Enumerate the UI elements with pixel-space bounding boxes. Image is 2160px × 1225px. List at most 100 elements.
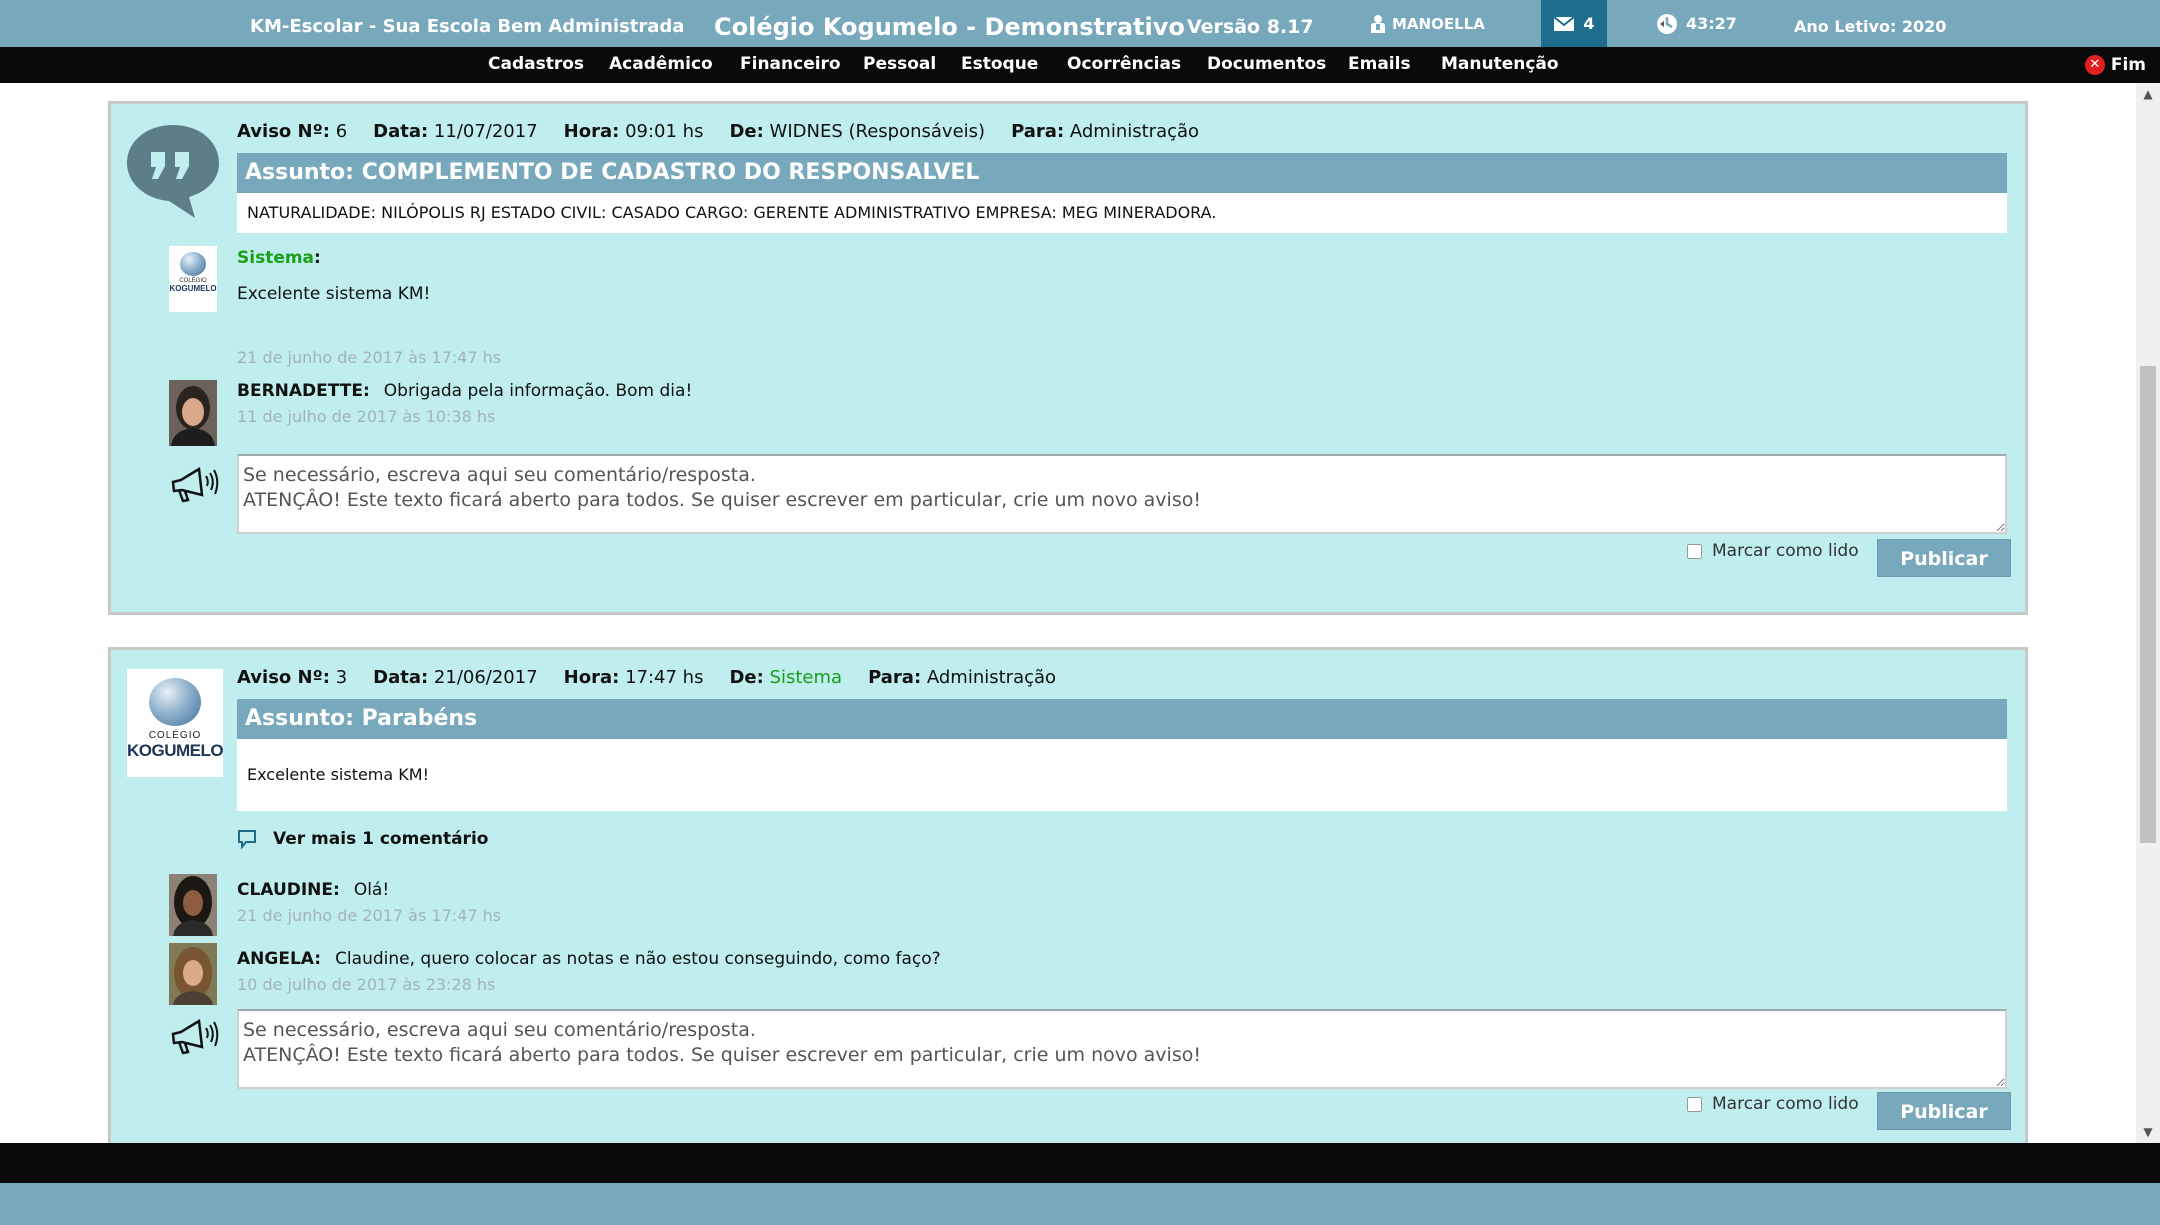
mail-count: 4 [1583, 13, 1595, 33]
system-author-name: Sistema [237, 248, 315, 268]
label-from: De: [729, 667, 764, 688]
notice-date: 21/06/2017 [433, 667, 538, 688]
label-from: De: [729, 121, 764, 142]
megaphone-icon [171, 466, 219, 503]
close-icon: ✕ [2084, 55, 2105, 75]
mail-icon [1553, 15, 1576, 32]
reply-textarea[interactable]: Se necessário, escreva aqui seu comentár… [237, 1009, 2007, 1089]
notice-subject: Assunto: COMPLEMENTO DE CADASTRO DO RESP… [237, 153, 2007, 193]
comment-author: CLAUDINE: [237, 880, 340, 900]
notice-list: Aviso Nº: 6 Data: 11/07/2017 Hora: 09:01… [0, 83, 2136, 1143]
comment-date: 10 de julho de 2017 às 23:28 hs [237, 975, 496, 994]
school-name: Colégio Kogumelo - Demonstrativo [714, 13, 1185, 41]
comment-text: Obrigada pela informação. Bom dia! [383, 381, 693, 401]
notice-number: 3 [335, 667, 348, 688]
publish-button[interactable]: Publicar [1877, 539, 2011, 577]
comment-text: Claudine, quero colocar as notas e não e… [335, 949, 941, 969]
notice-body: NATURALIDADE: NILÓPOLIS RJ ESTADO CIVIL:… [237, 193, 2007, 233]
label-to: Para: [868, 667, 922, 688]
menu-item-ocorrencias[interactable]: Ocorrências [1067, 47, 1181, 83]
reply-textarea[interactable]: Se necessário, escreva aqui seu comentár… [237, 454, 2007, 534]
scroll-up-arrow-icon[interactable]: ▲ [2136, 83, 2160, 105]
app-name: KM-Escolar - Sua Escola Bem Administrada [250, 16, 685, 37]
menu-item-cadastros[interactable]: Cadastros [488, 47, 584, 83]
user-name: MANOELLA [1392, 14, 1485, 33]
mark-read-checkbox[interactable]: Marcar como lido [1687, 1094, 1859, 1114]
notice-meta: Aviso Nº: 6 Data: 11/07/2017 Hora: 09:01… [237, 121, 1199, 145]
user-icon [1370, 14, 1386, 34]
scroll-down-arrow-icon[interactable]: ▼ [2136, 1121, 2160, 1143]
menu-item-financeiro[interactable]: Financeiro [740, 47, 841, 83]
avatar [169, 380, 217, 446]
menu-item-academico[interactable]: Acadêmico [609, 47, 713, 83]
system-author: Sistema: [237, 248, 321, 268]
globe-icon [149, 678, 201, 726]
comment-text: Olá! [353, 880, 390, 900]
avatar [169, 943, 217, 1005]
logo-title: KOGUMELO [127, 741, 224, 760]
notice-from: Sistema [769, 667, 843, 688]
comment: ANGELA: Claudine, quero colocar as notas … [237, 949, 941, 969]
notice-number: 6 [335, 121, 348, 142]
clock-icon [1656, 13, 1678, 35]
checkbox[interactable] [1687, 1096, 1702, 1112]
label-number: Aviso Nº: [237, 121, 330, 142]
notice-hour: 09:01 hs [625, 121, 704, 142]
quote-icon [127, 125, 219, 218]
menu-item-pessoal[interactable]: Pessoal [863, 47, 936, 83]
top-header: KM-Escolar - Sua Escola Bem Administrada… [0, 0, 2160, 47]
session-timer: 43:27 [1656, 0, 1737, 47]
mark-read-label: Marcar como lido [1712, 1094, 1859, 1114]
comment: BERNADETTE: Obrigada pela informação. Bom… [237, 381, 692, 401]
comment-date: 11 de julho de 2017 às 10:38 hs [237, 407, 496, 426]
comment: CLAUDINE: Olá! [237, 880, 389, 900]
system-comment-date: 21 de junho de 2017 às 17:47 hs [237, 348, 502, 367]
label-to: Para: [1011, 121, 1065, 142]
menu-item-estoque[interactable]: Estoque [961, 47, 1038, 83]
logo-subtitle: COLÉGIO [148, 730, 202, 741]
session-time: 43:27 [1686, 13, 1737, 33]
checkbox[interactable] [1687, 543, 1702, 559]
menu-item-emails[interactable]: Emails [1348, 47, 1411, 83]
notice-to: Administração [1069, 121, 1200, 142]
school-logo: COLÉGIO KOGUMELO [127, 669, 224, 777]
mark-read-checkbox[interactable]: Marcar como lido [1687, 541, 1859, 561]
user-info[interactable]: MANOELLA [1370, 0, 1485, 47]
notice-from: WIDNES (Responsáveis) [769, 121, 986, 142]
logo-avatar: COLÉGIO KOGUMELO [169, 246, 217, 312]
logo-mini-main: KOGUMELO [169, 284, 217, 293]
vertical-scrollbar[interactable]: ▲ ▼ [2136, 83, 2160, 1143]
school-year: Ano Letivo: 2020 [1794, 17, 1947, 36]
comment-author: ANGELA: [237, 949, 322, 969]
menu-item-manutencao[interactable]: Manutenção [1441, 47, 1559, 83]
publish-button[interactable]: Publicar [1877, 1092, 2011, 1130]
system-comment-text: Excelente sistema KM! [237, 284, 431, 304]
label-hour: Hora: [563, 667, 620, 688]
menu-item-documentos[interactable]: Documentos [1207, 47, 1326, 83]
logout-label: Fim [2110, 55, 2146, 75]
label-number: Aviso Nº: [237, 667, 330, 688]
footer-strip [0, 1183, 2160, 1225]
mail-button[interactable]: 4 [1541, 0, 1607, 47]
logout-button[interactable]: ✕ Fim [2084, 47, 2146, 83]
mark-read-label: Marcar como lido [1712, 541, 1859, 561]
avatar [169, 874, 217, 936]
label-hour: Hora: [563, 121, 620, 142]
scroll-thumb[interactable] [2140, 366, 2156, 843]
footer-bar [0, 1143, 2160, 1183]
comment-author: BERNADETTE: [237, 381, 370, 401]
more-comments-label: Ver mais 1 comentário [273, 829, 489, 849]
notice-subject: Assunto: Parabéns [237, 699, 2007, 739]
more-comments-link[interactable]: Ver mais 1 comentário [237, 829, 488, 849]
label-date: Data: [373, 121, 429, 142]
notice-body: Excelente sistema KM! [237, 739, 2007, 811]
notice-hour: 17:47 hs [625, 667, 704, 688]
notice-date: 11/07/2017 [433, 121, 538, 142]
comment-date: 21 de junho de 2017 às 17:47 hs [237, 906, 502, 925]
notice-card: Aviso Nº: 6 Data: 11/07/2017 Hora: 09:01… [108, 101, 2028, 615]
version-label: Versão 8.17 [1187, 16, 1314, 38]
notice-meta: Aviso Nº: 3 Data: 21/06/2017 Hora: 17:47… [237, 667, 1056, 691]
main-menu: Cadastros Acadêmico Financeiro Pessoal E… [0, 47, 2160, 83]
label-date: Data: [373, 667, 429, 688]
notice-card: COLÉGIO KOGUMELO Aviso Nº: 3 Data: 21/06… [108, 647, 2028, 1143]
